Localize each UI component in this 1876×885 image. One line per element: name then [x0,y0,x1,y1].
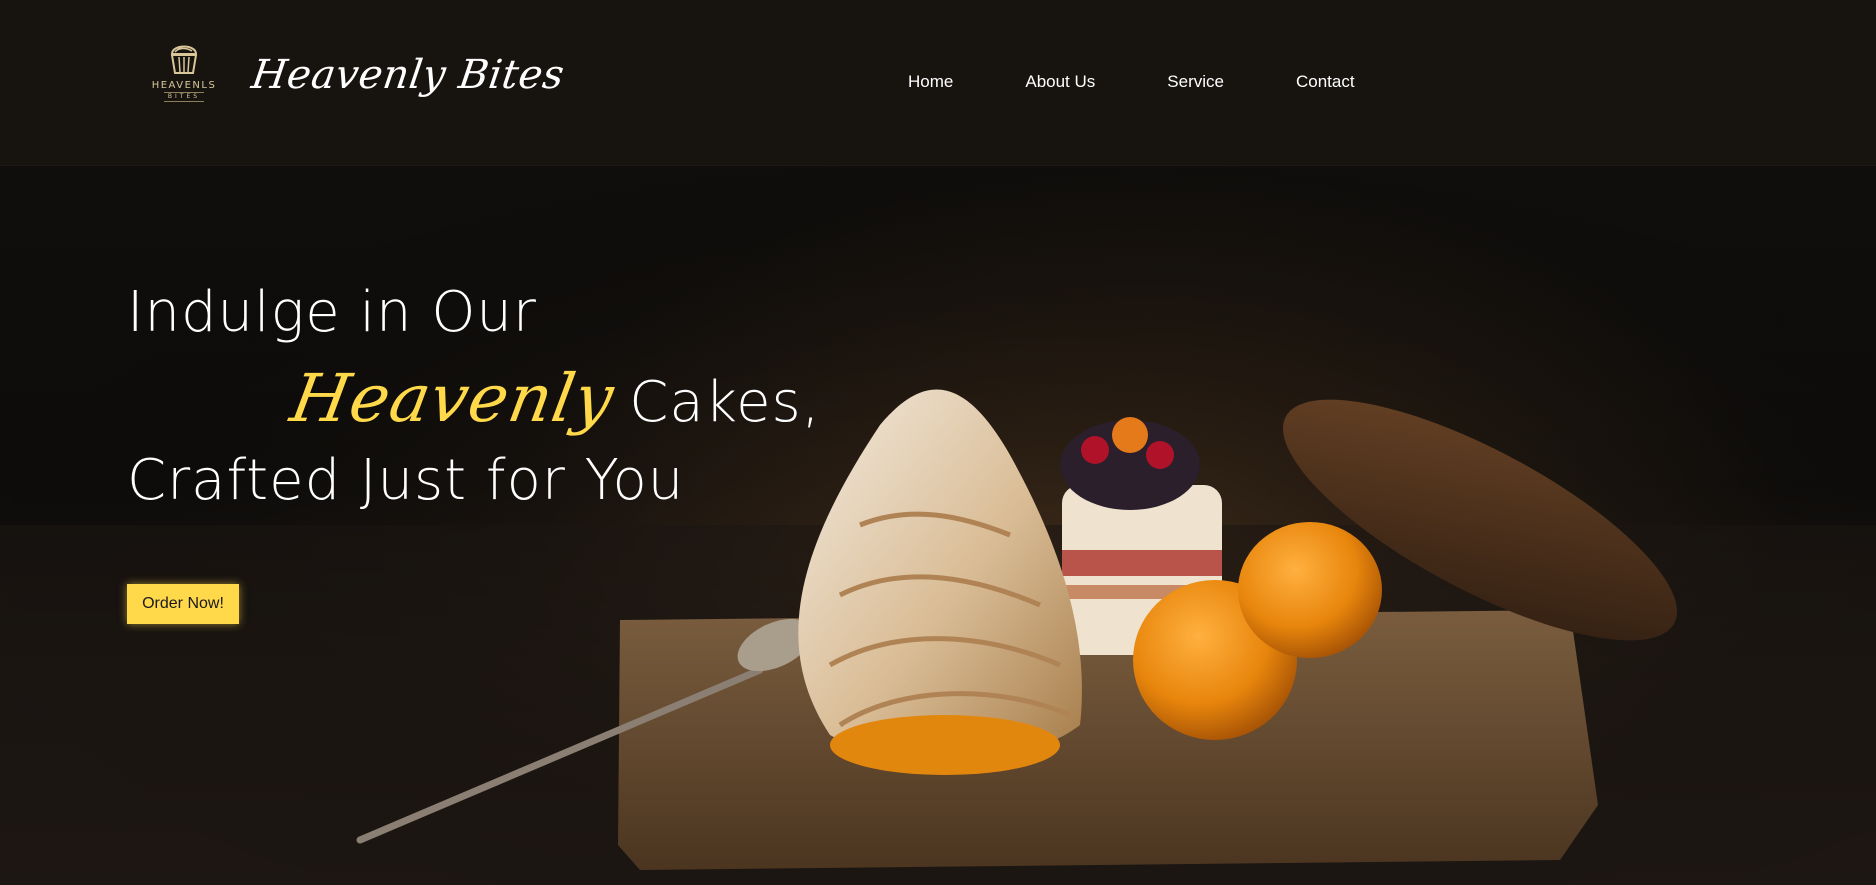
nav-service[interactable]: Service [1167,70,1224,94]
cupcake-icon [170,45,198,74]
order-now-button[interactable]: Order Now! [127,584,239,624]
logo-subtext: BITES [163,92,205,102]
hero-heading-line-1: Indulge in Our [127,280,537,345]
logo-text: HEAVENLS [151,80,217,91]
hero-heading-line-3: Crafted Just for You [127,448,685,513]
brand-name[interactable]: Heavenly Bites [249,52,567,98]
page: HEAVENLS BITES Heavenly Bites Home About… [0,0,1876,885]
site-header: HEAVENLS BITES Heavenly Bites Home About… [0,0,1876,166]
nav-contact[interactable]: Contact [1296,70,1355,94]
logo[interactable]: HEAVENLS BITES [140,40,228,110]
hero-accent-word: Heavenly [285,360,621,437]
hero-heading-line-2-rest: Cakes, [629,370,821,435]
hero-heading-line-2: Heavenly Cakes, [285,360,821,437]
nav-home[interactable]: Home [908,70,953,94]
hero-image [0,165,1876,885]
brand[interactable]: HEAVENLS BITES Heavenly Bites [140,40,567,110]
main-nav: Home About Us Service Contact [908,70,1355,94]
nav-about-us[interactable]: About Us [1025,70,1095,94]
